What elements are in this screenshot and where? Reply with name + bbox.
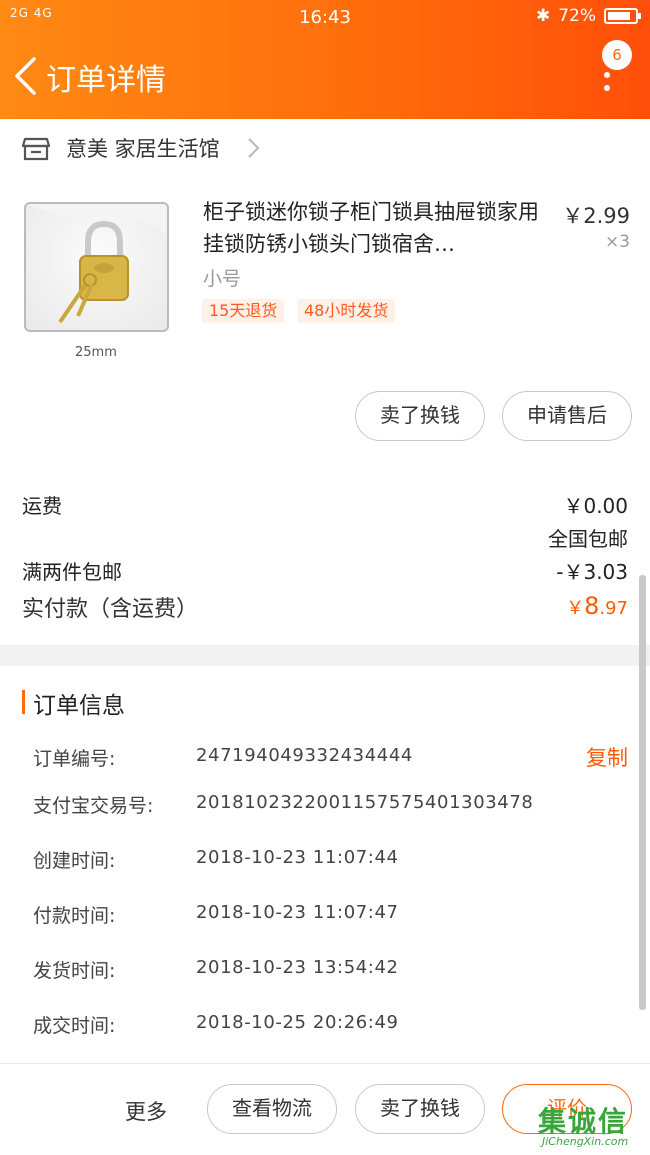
page-title: 订单详情 xyxy=(46,63,166,98)
section-accent-bar xyxy=(22,690,25,714)
order-number-label: 订单编号: xyxy=(33,748,116,770)
watermark-logo: 集诚信 JiChengXin.com xyxy=(538,1100,646,1152)
currency-symbol: ￥ xyxy=(566,598,585,619)
battery-icon xyxy=(604,8,641,24)
message-count-badge[interactable]: 6 xyxy=(602,40,632,70)
product-image-caption: 25mm xyxy=(75,345,117,360)
alipay-trade-value: 2018102322001157575401303478 xyxy=(196,792,534,813)
paid-time-label: 付款时间: xyxy=(33,905,116,927)
shipping-time-tag: 48小时发货 xyxy=(297,299,396,323)
product-sku: 小号 xyxy=(203,268,242,290)
product-image[interactable] xyxy=(24,202,169,332)
after-sale-button[interactable]: 申请售后 xyxy=(502,391,632,441)
sell-button[interactable]: 卖了换钱 xyxy=(355,391,485,441)
completed-time-label: 成交时间: xyxy=(33,1015,116,1037)
alipay-trade-label: 支付宝交易号: xyxy=(33,795,154,817)
created-time-label: 创建时间: xyxy=(33,850,116,872)
total-paid-label: 实付款（含运费） xyxy=(22,597,199,622)
app-header: 2G 4G 16:43 ✱ 72% 订单详情 6 xyxy=(0,0,650,119)
watermark-url: JiChengXin.com xyxy=(542,1135,629,1148)
product-title[interactable]: 柜子锁迷你锁子柜门锁具抽屉锁家用挂锁防锈小锁头门锁宿舍… xyxy=(203,196,543,260)
more-button[interactable]: 更多 xyxy=(125,1096,167,1126)
back-arrow-icon[interactable] xyxy=(12,56,40,96)
shipping-value: ￥0.00 xyxy=(563,494,628,518)
shipped-time-value: 2018-10-23 13:54:42 xyxy=(196,957,399,978)
scrollbar[interactable] xyxy=(639,575,646,1010)
copy-order-number-button[interactable]: 复制 xyxy=(586,742,628,772)
discount-value: -￥3.03 xyxy=(556,560,628,584)
paid-decimal: .97 xyxy=(599,598,628,619)
shop-name: 意美 家居生活馆 xyxy=(66,137,220,161)
product-price: ￥2.99 xyxy=(562,204,630,228)
paid-time-value: 2018-10-23 11:07:47 xyxy=(196,902,399,923)
store-icon xyxy=(22,137,50,161)
view-logistics-button[interactable]: 查看物流 xyxy=(207,1084,337,1134)
created-time-value: 2018-10-23 11:07:44 xyxy=(196,847,399,868)
shipped-time-label: 发货时间: xyxy=(33,960,116,982)
padlock-image xyxy=(26,204,167,324)
battery-percent: 72% xyxy=(558,6,596,26)
shop-row[interactable]: 意美 家居生活馆 xyxy=(0,119,650,175)
return-policy-tag: 15天退货 xyxy=(202,299,285,323)
total-paid-value: ￥8.97 xyxy=(566,592,628,620)
shipping-note: 全国包邮 xyxy=(548,527,628,551)
sell-button-bottom[interactable]: 卖了换钱 xyxy=(355,1084,485,1134)
order-number-value: 247194049332434444 xyxy=(196,745,413,766)
watermark-text: 集诚信 xyxy=(538,1105,629,1138)
completed-time-value: 2018-10-25 20:26:49 xyxy=(196,1012,399,1033)
status-icons: ✱ 72% xyxy=(535,6,641,26)
status-bar: 2G 4G 16:43 ✱ 72% xyxy=(0,0,650,34)
bluetooth-icon: ✱ xyxy=(535,6,551,26)
chevron-right-icon xyxy=(248,138,260,158)
discount-label: 满两件包邮 xyxy=(22,560,122,584)
section-divider xyxy=(0,645,650,666)
paid-integer: 8 xyxy=(584,592,600,620)
product-quantity: ×3 xyxy=(604,232,630,252)
order-info-title: 订单信息 xyxy=(33,693,125,719)
shipping-label: 运费 xyxy=(22,494,62,518)
